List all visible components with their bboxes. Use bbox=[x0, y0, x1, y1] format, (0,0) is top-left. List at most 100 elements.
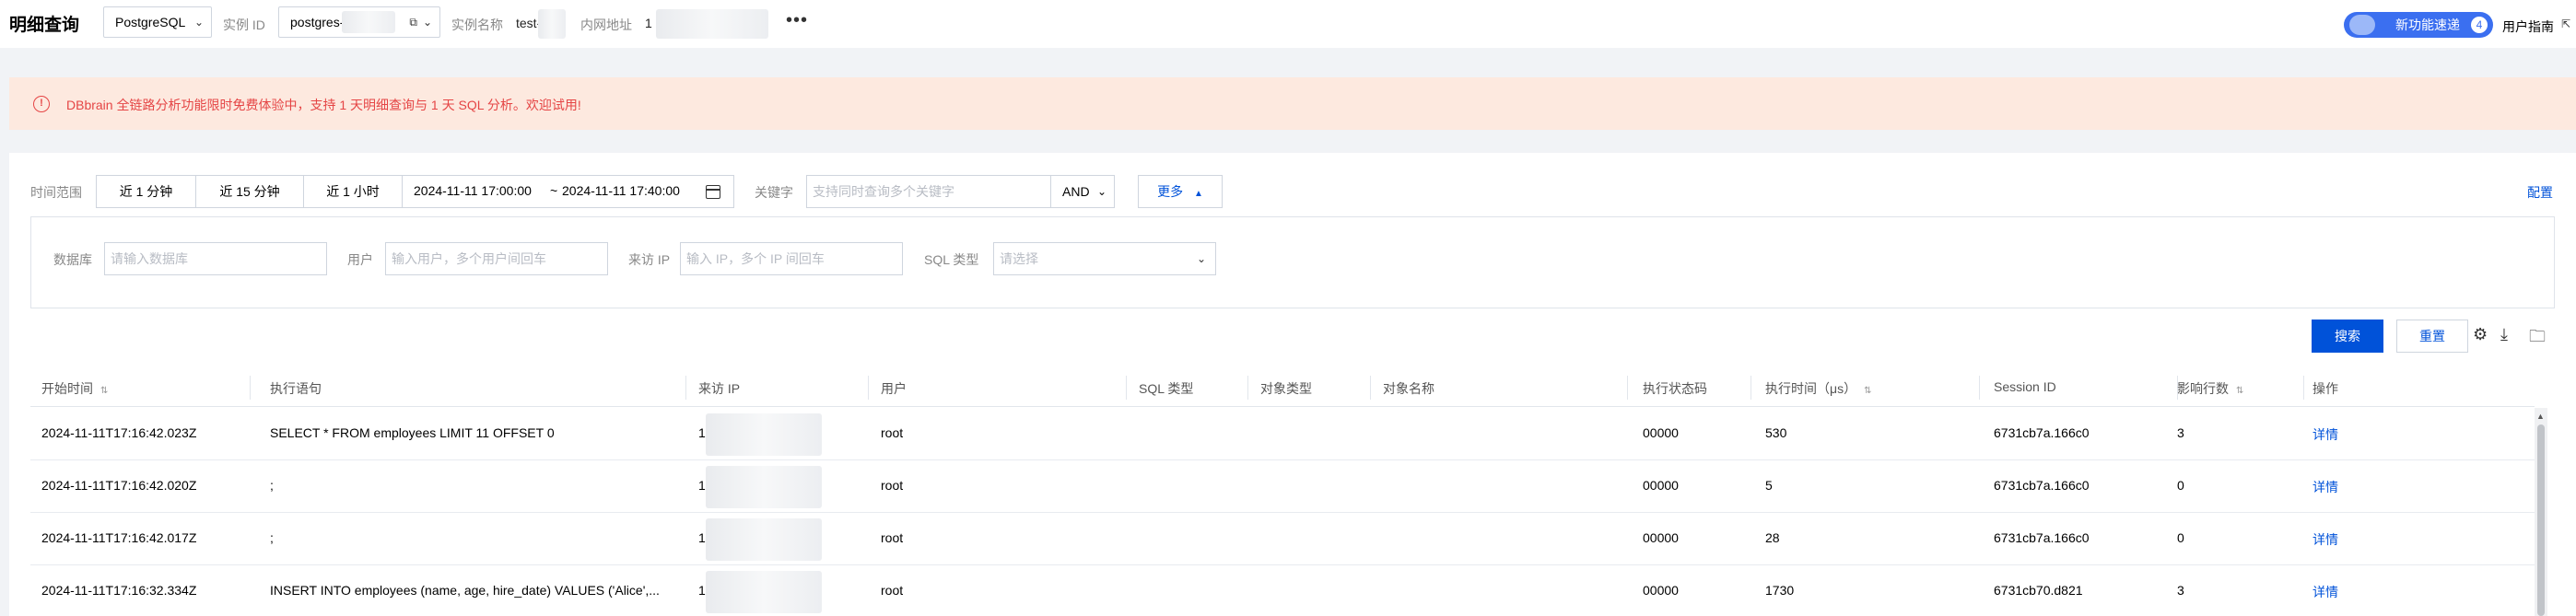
details-link[interactable]: 详情 bbox=[2313, 425, 2338, 444]
new-feature-count-badge: 4 bbox=[2471, 17, 2488, 33]
col-exec-time[interactable]: 执行时间（μs） ⇅ bbox=[1765, 379, 1871, 398]
intranet-label: 内网地址 bbox=[580, 17, 632, 32]
calendar-icon bbox=[706, 185, 720, 199]
new-feature-label: 新功能速递 bbox=[2395, 17, 2460, 32]
range-1h-button[interactable]: 近 1 小时 bbox=[303, 175, 403, 208]
cell-affected-rows: 0 bbox=[2177, 530, 2184, 545]
warning-icon: ! bbox=[33, 96, 50, 112]
col-actions: 操作 bbox=[2313, 381, 2338, 396]
user-guide-link[interactable]: 用户指南 bbox=[2502, 17, 2554, 36]
table-row: 2024-11-11T17:16:42.020Z ; 1 root 00000 … bbox=[30, 460, 2535, 513]
cell-exec-time: 5 bbox=[1765, 478, 1773, 493]
col-status-code: 执行状态码 bbox=[1643, 381, 1707, 396]
cell-statement: INSERT INTO employees (name, age, hire_d… bbox=[270, 583, 660, 598]
scrollbar-thumb[interactable] bbox=[2537, 424, 2545, 616]
download-icon[interactable]: ⤓ bbox=[2500, 325, 2508, 344]
config-link[interactable]: 配置 bbox=[2527, 183, 2553, 202]
cell-session-id: 6731cb7a.166c0 bbox=[1994, 478, 2090, 493]
cell-exec-time: 1730 bbox=[1765, 583, 1795, 598]
notice-banner: ! DBbrain 全链路分析功能限时免费体验中，支持 1 天明细查询与 1 天… bbox=[9, 77, 2576, 130]
folder-icon[interactable]: 🗀 bbox=[2529, 325, 2546, 353]
redacted-block bbox=[706, 518, 822, 561]
external-link-icon[interactable]: ⇱ bbox=[2561, 17, 2570, 30]
more-filters-label: 更多 bbox=[1157, 184, 1184, 199]
table-scrollbar[interactable]: ▲ bbox=[2535, 408, 2547, 616]
col-session-id: Session ID bbox=[1994, 379, 2056, 394]
col-statement: 执行语句 bbox=[270, 381, 322, 396]
range-15min-button[interactable]: 近 15 分钟 bbox=[195, 175, 304, 208]
details-link[interactable]: 详情 bbox=[2313, 583, 2338, 601]
cell-statement: SELECT * FROM employees LIMIT 11 OFFSET … bbox=[270, 425, 555, 440]
db-type-value: PostgreSQL bbox=[115, 15, 186, 29]
cell-source-ip: 1 bbox=[698, 530, 706, 545]
cell-start-time: 2024-11-11T17:16:32.334Z bbox=[41, 583, 197, 598]
rocket-icon bbox=[2349, 15, 2375, 35]
sql-type-label: SQL 类型 bbox=[924, 252, 979, 267]
db-type-select[interactable]: PostgreSQL ⌄ bbox=[103, 6, 212, 38]
details-link[interactable]: 详情 bbox=[2313, 530, 2338, 549]
cell-status-code: 00000 bbox=[1643, 478, 1679, 493]
logic-operator-value: AND bbox=[1062, 184, 1090, 199]
cell-status-code: 00000 bbox=[1643, 425, 1679, 440]
col-start-time[interactable]: 开始时间 ⇅ bbox=[41, 379, 108, 398]
redacted-block bbox=[706, 571, 822, 613]
sql-type-placeholder: 请选择 bbox=[1000, 251, 1038, 266]
copy-icon[interactable]: ⧉ bbox=[409, 7, 417, 37]
instance-id-label: 实例 ID bbox=[223, 17, 265, 32]
table-row: 2024-11-11T17:16:42.017Z ; 1 root 00000 … bbox=[30, 513, 2535, 565]
sql-type-select[interactable]: 请选择 ⌄ bbox=[993, 242, 1216, 275]
caret-up-icon: ▲ bbox=[1193, 189, 1203, 199]
redacted-block bbox=[706, 466, 822, 508]
database-input[interactable]: 请输入数据库 bbox=[104, 242, 327, 275]
page-title: 明细查询 bbox=[9, 16, 80, 35]
cell-affected-rows: 0 bbox=[2177, 478, 2184, 493]
time-range-label: 时间范围 bbox=[30, 185, 82, 200]
col-source-ip: 来访 IP bbox=[698, 381, 741, 396]
col-object-type: 对象类型 bbox=[1260, 381, 1312, 396]
instance-id-select[interactable]: postgres- ⧉ ⌄ bbox=[278, 6, 440, 38]
sort-icon: ⇅ bbox=[2236, 386, 2244, 396]
new-feature-button[interactable]: 新功能速递 4 bbox=[2344, 12, 2493, 38]
range-1min-button[interactable]: 近 1 分钟 bbox=[96, 175, 196, 208]
more-menu-icon[interactable]: ••• bbox=[786, 10, 808, 31]
search-button[interactable]: 搜索 bbox=[2312, 320, 2383, 353]
cell-user: root bbox=[881, 530, 904, 545]
user-label: 用户 bbox=[347, 252, 373, 267]
top-bar: 明细查询 PostgreSQL ⌄ 实例 ID postgres- ⧉ ⌄ 实例… bbox=[0, 0, 2576, 48]
redacted-block bbox=[342, 11, 395, 33]
source-ip-input[interactable]: 输入 IP，多个 IP 间回车 bbox=[680, 242, 903, 275]
cell-affected-rows: 3 bbox=[2177, 583, 2184, 598]
range-separator: ~ bbox=[550, 183, 558, 198]
user-input[interactable]: 输入用户，多个用户间回车 bbox=[385, 242, 608, 275]
cell-statement: ; bbox=[270, 530, 274, 545]
keyword-input[interactable]: 支持同时查询多个关键字 bbox=[806, 175, 1051, 208]
cell-session-id: 6731cb7a.166c0 bbox=[1994, 425, 2090, 440]
redacted-block bbox=[706, 413, 822, 456]
cell-statement: ; bbox=[270, 478, 274, 493]
chevron-down-icon: ⌄ bbox=[1196, 252, 1206, 265]
cell-start-time: 2024-11-11T17:16:42.023Z bbox=[41, 425, 197, 440]
chevron-down-icon: ⌄ bbox=[422, 16, 432, 29]
source-ip-label: 来访 IP bbox=[628, 252, 671, 267]
intranet-value: 1 bbox=[645, 16, 652, 30]
sort-icon: ⇅ bbox=[1864, 386, 1872, 396]
end-time-value: 2024-11-11 17:40:00 bbox=[562, 183, 680, 198]
details-link[interactable]: 详情 bbox=[2313, 478, 2338, 496]
keyword-label: 关键字 bbox=[755, 185, 793, 200]
cell-source-ip: 1 bbox=[698, 478, 706, 493]
cell-source-ip: 1 bbox=[698, 583, 706, 598]
table-row: 2024-11-11T17:16:32.334Z INSERT INTO emp… bbox=[30, 565, 2535, 616]
cell-source-ip: 1 bbox=[698, 425, 706, 440]
reset-button[interactable]: 重置 bbox=[2396, 320, 2468, 353]
col-affected-rows[interactable]: 影响行数 ⇅ bbox=[2177, 379, 2243, 398]
scroll-up-icon[interactable]: ▲ bbox=[2536, 412, 2545, 421]
cell-start-time: 2024-11-11T17:16:42.017Z bbox=[41, 530, 197, 545]
instance-id-value: postgres- bbox=[290, 15, 345, 29]
logic-operator-select[interactable]: AND ⌄ bbox=[1050, 175, 1115, 208]
settings-icon[interactable]: ⚙ bbox=[2473, 325, 2488, 344]
cell-user: root bbox=[881, 583, 904, 598]
cell-status-code: 00000 bbox=[1643, 583, 1679, 598]
chevron-down-icon: ⌄ bbox=[193, 16, 204, 29]
database-label: 数据库 bbox=[53, 252, 92, 267]
more-filters-button[interactable]: 更多 ▲ bbox=[1138, 175, 1223, 208]
